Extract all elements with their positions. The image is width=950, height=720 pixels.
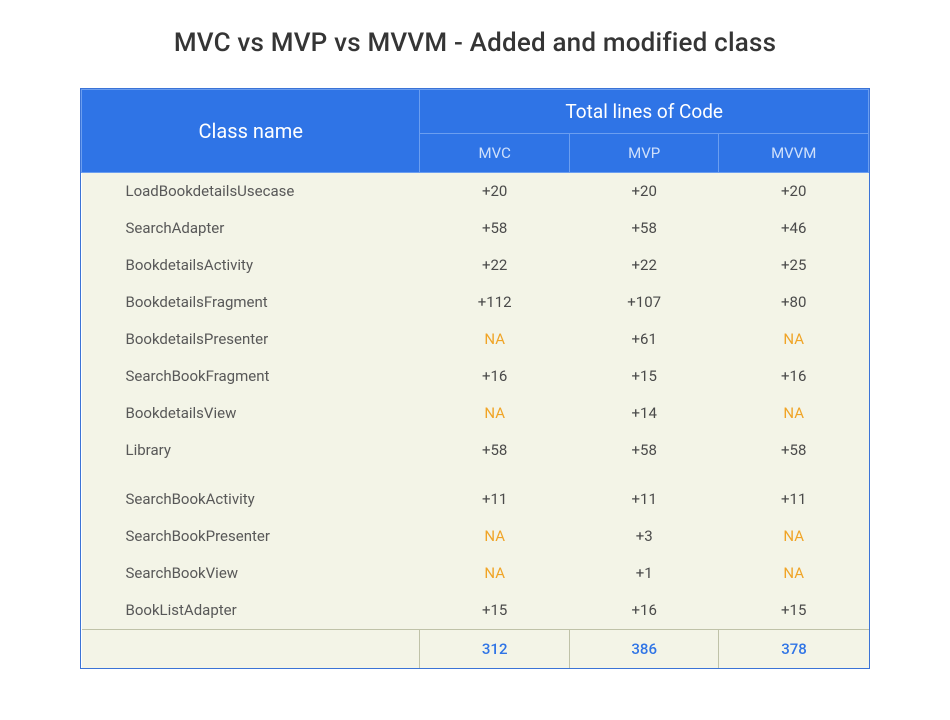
cell-classname: BookdetailsActivity [82,247,420,284]
table-row: SearchBookFragment +16 +15 +16 [82,358,869,395]
cell-mvvm: NA [719,518,869,555]
table-row: BookdetailsActivity +22 +22 +25 [82,247,869,284]
total-blank [82,630,420,669]
cell-mvc: NA [420,321,570,358]
total-mvp: 386 [569,630,719,669]
cell-mvc: +58 [420,210,570,247]
cell-mvvm: +58 [719,432,869,469]
cell-mvc: NA [420,555,570,592]
cell-mvc: NA [420,518,570,555]
cell-mvvm: NA [719,395,869,432]
table-row: SearchBookActivity +11 +11 +11 [82,481,869,518]
cell-classname: BookdetailsView [82,395,420,432]
table-row: BookdetailsFragment +112 +107 +80 [82,284,869,321]
cell-mvvm: +20 [719,173,869,211]
cell-classname: Library [82,432,420,469]
table-row: LoadBookdetailsUsecase +20 +20 +20 [82,173,869,211]
header-col-mvp: MVP [569,134,719,173]
cell-classname: BookdetailsFragment [82,284,420,321]
cell-mvvm: +16 [719,358,869,395]
table-gap [82,469,869,481]
header-col-mvc: MVC [420,134,570,173]
cell-mvvm: NA [719,555,869,592]
cell-mvc: +22 [420,247,570,284]
cell-mvp: +3 [569,518,719,555]
cell-classname: SearchBookFragment [82,358,420,395]
table-footer: 312 386 378 [82,630,869,669]
table-row: Library +58 +58 +58 [82,432,869,469]
cell-classname: BookdetailsPresenter [82,321,420,358]
cell-mvp: +16 [569,592,719,630]
header-classname: Class name [82,90,420,173]
cell-mvp: +107 [569,284,719,321]
cell-mvc: +15 [420,592,570,630]
cell-mvvm: +25 [719,247,869,284]
cell-mvvm: +15 [719,592,869,630]
cell-mvc: +16 [420,358,570,395]
cell-mvp: +20 [569,173,719,211]
table-row: SearchAdapter +58 +58 +46 [82,210,869,247]
table-header: Class name Total lines of Code MVC MVP M… [82,90,869,173]
cell-mvp: +11 [569,481,719,518]
cell-classname: SearchBookActivity [82,481,420,518]
table-body: LoadBookdetailsUsecase +20 +20 +20 Searc… [82,173,869,630]
table-row: SearchBookPresenter NA +3 NA [82,518,869,555]
total-mvvm: 378 [719,630,869,669]
table-row: BookListAdapter +15 +16 +15 [82,592,869,630]
cell-mvvm: +11 [719,481,869,518]
cell-mvvm: NA [719,321,869,358]
comparison-table: Class name Total lines of Code MVC MVP M… [81,89,869,668]
table-row: SearchBookView NA +1 NA [82,555,869,592]
cell-mvp: +61 [569,321,719,358]
total-mvc: 312 [420,630,570,669]
cell-mvp: +1 [569,555,719,592]
cell-mvc: +20 [420,173,570,211]
cell-mvp: +58 [569,432,719,469]
table-row: BookdetailsView NA +14 NA [82,395,869,432]
cell-mvp: +15 [569,358,719,395]
cell-classname: SearchBookPresenter [82,518,420,555]
cell-mvvm: +46 [719,210,869,247]
cell-classname: SearchAdapter [82,210,420,247]
comparison-table-wrap: Class name Total lines of Code MVC MVP M… [80,88,870,669]
cell-mvc: +11 [420,481,570,518]
cell-mvp: +58 [569,210,719,247]
table-row: BookdetailsPresenter NA +61 NA [82,321,869,358]
cell-mvc: +58 [420,432,570,469]
header-total-lines: Total lines of Code [420,90,869,134]
cell-mvc: +112 [420,284,570,321]
cell-mvvm: +80 [719,284,869,321]
cell-mvp: +14 [569,395,719,432]
cell-classname: BookListAdapter [82,592,420,630]
cell-classname: LoadBookdetailsUsecase [82,173,420,211]
cell-mvc: NA [420,395,570,432]
cell-mvp: +22 [569,247,719,284]
page-title: MVC vs MVP vs MVVM - Added and modified … [0,28,950,58]
header-col-mvvm: MVVM [719,134,869,173]
page-root: MVC vs MVP vs MVVM - Added and modified … [0,0,950,720]
cell-classname: SearchBookView [82,555,420,592]
